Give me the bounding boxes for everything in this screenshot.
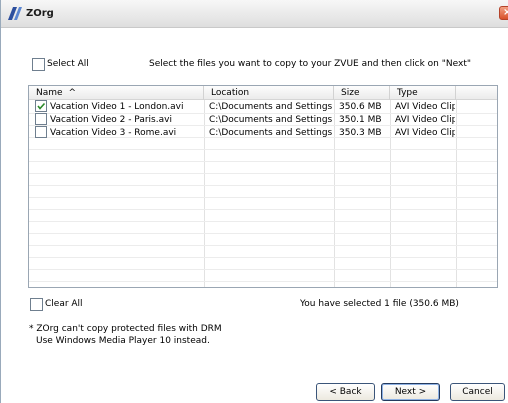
checkmark-icon <box>37 102 46 110</box>
file-type: AVI Video Clip <box>395 128 455 138</box>
grid-line <box>29 269 497 270</box>
file-location: C:\Documents and Settings\... <box>209 102 332 112</box>
file-type: AVI Video Clip <box>395 102 455 112</box>
clear-all-label: Clear All <box>45 299 83 309</box>
title-bar: ZOrg × <box>1 0 508 28</box>
file-size: 350.6 MB <box>339 102 382 112</box>
select-all-checkbox[interactable] <box>32 58 45 71</box>
next-button[interactable]: Next > <box>381 383 440 401</box>
file-size: 350.3 MB <box>339 128 382 138</box>
grid-line <box>29 233 497 234</box>
file-size: 350.1 MB <box>339 115 382 125</box>
file-list[interactable]: Name ^ Location Size Type Vacation Video… <box>28 85 498 288</box>
grid-line <box>29 173 497 174</box>
window-title: ZOrg <box>26 8 54 19</box>
cancel-button[interactable]: Cancel <box>450 383 505 401</box>
grid-line <box>29 185 497 186</box>
column-header-size[interactable]: Size <box>334 86 390 100</box>
row-checkbox[interactable] <box>35 100 47 112</box>
close-button[interactable]: × <box>499 6 508 20</box>
select-all-label: Select All <box>47 59 89 69</box>
grid-line <box>29 161 497 162</box>
grid-line <box>29 149 497 150</box>
row-checkbox[interactable] <box>35 113 47 125</box>
file-name: Vacation Video 1 - London.avi <box>50 102 184 112</box>
back-button[interactable]: < Back <box>316 383 375 401</box>
file-location: C:\Documents and Settings\... <box>209 115 332 125</box>
grid-line <box>29 209 497 210</box>
footer-separator <box>11 369 508 370</box>
selection-status: You have selected 1 file (350.6 MB) <box>300 299 459 309</box>
table-row[interactable]: Vacation Video 3 - Rome.avi C:\Documents… <box>29 126 497 139</box>
column-header-location[interactable]: Location <box>204 86 334 100</box>
clear-all-checkbox[interactable] <box>30 298 43 311</box>
grid-line <box>29 257 497 258</box>
drm-note-line1: * ZOrg can't copy protected files with D… <box>29 324 222 334</box>
instruction-text: Select the files you want to copy to you… <box>149 59 471 69</box>
file-type: AVI Video Clip <box>395 115 455 125</box>
row-checkbox[interactable] <box>35 126 47 138</box>
file-location: C:\Documents and Settings\... <box>209 128 332 138</box>
column-header-name[interactable]: Name ^ <box>29 86 204 100</box>
table-row[interactable]: Vacation Video 1 - London.avi C:\Documen… <box>29 100 497 113</box>
drm-note-line2: Use Windows Media Player 10 instead. <box>36 336 210 346</box>
zorg-dialog: ZOrg × Select All Select the files you w… <box>0 0 508 403</box>
table-row[interactable]: Vacation Video 2 - Paris.avi C:\Document… <box>29 113 497 126</box>
grid-line <box>29 245 497 246</box>
file-name: Vacation Video 3 - Rome.avi <box>50 128 177 138</box>
sort-ascending-icon: ^ <box>68 88 76 98</box>
close-icon: × <box>503 7 508 18</box>
grid-line <box>29 221 497 222</box>
file-name: Vacation Video 2 - Paris.avi <box>50 115 172 125</box>
grid-line <box>29 281 497 282</box>
zorg-logo-icon <box>8 7 22 20</box>
list-header: Name ^ Location Size Type <box>29 86 497 100</box>
column-header-type[interactable]: Type <box>390 86 456 100</box>
grid-line <box>29 197 497 198</box>
